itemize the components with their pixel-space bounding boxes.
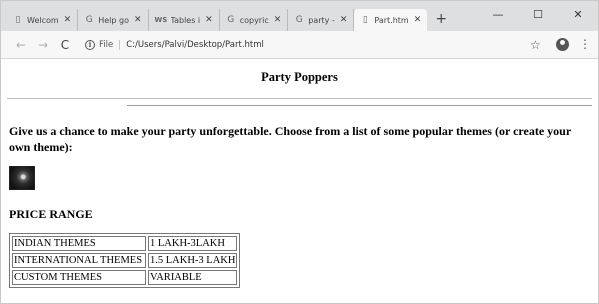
google-icon: G: [295, 15, 303, 25]
page-content: Party Poppers Give us a chance to make y…: [1, 60, 598, 303]
browser-window: ▯ Welcom ✕ G Help go ✕ WS Tables i ✕ G c…: [0, 0, 599, 304]
table-row: CUSTOM THEMES VARIABLE: [12, 270, 238, 285]
tab-help[interactable]: G Help go ✕: [78, 9, 149, 31]
table-row: INDIAN THEMES 1 LAKH-3LAKH: [12, 236, 238, 251]
file-label: File: [99, 40, 121, 50]
minimize-icon[interactable]: —: [478, 1, 518, 29]
forward-arrow-icon[interactable]: →: [35, 37, 51, 53]
tab-label: Tables i: [170, 15, 201, 25]
tab-label: copyric: [239, 15, 269, 25]
close-icon[interactable]: ✕: [274, 15, 282, 25]
theme-image: [9, 166, 35, 190]
google-icon: G: [227, 15, 235, 25]
table-cell: 1 LAKH-3LAKH: [148, 236, 238, 251]
table-row: INTERNATIONAL THEMES 1.5 LAKH-3 LAKH: [12, 253, 238, 268]
tab-welcome[interactable]: ▯ Welcom ✕: [7, 9, 79, 31]
close-icon[interactable]: ✕: [340, 15, 348, 25]
title-bar: ▯ Welcom ✕ G Help go ✕ WS Tables i ✕ G c…: [1, 1, 598, 31]
star-icon[interactable]: ☆: [530, 38, 541, 52]
tab-part-html[interactable]: ▯ Part.htm ✕: [354, 9, 428, 31]
google-icon: G: [85, 15, 93, 25]
tab-strip: ▯ Welcom ✕ G Help go ✕ WS Tables i ✕ G c…: [7, 9, 451, 31]
account-icon[interactable]: [556, 38, 569, 51]
close-window-icon[interactable]: ✕: [558, 1, 598, 29]
intro-text: Give us a chance to make your party unfo…: [9, 124, 571, 154]
price-range-heading: PRICE RANGE: [9, 207, 93, 221]
tab-label: Part.htm: [374, 15, 409, 25]
table-cell: INTERNATIONAL THEMES: [12, 253, 146, 268]
maximize-icon[interactable]: ☐: [518, 1, 558, 29]
back-arrow-icon[interactable]: ←: [13, 37, 29, 53]
address-bar[interactable]: i File C:/Users/Palvi/Desktop/Part.html: [85, 36, 505, 54]
reload-icon[interactable]: C: [57, 37, 73, 53]
page-icon: ▯: [362, 15, 368, 25]
tab-party[interactable]: G party - ✕: [288, 9, 355, 31]
divider: [7, 98, 592, 99]
url-text[interactable]: C:/Users/Palvi/Desktop/Part.html: [126, 40, 264, 50]
table-cell: 1.5 LAKH-3 LAKH: [148, 253, 238, 268]
table-cell: CUSTOM THEMES: [12, 270, 146, 285]
ws-icon: WS: [154, 16, 168, 24]
tab-label: Welcom: [27, 15, 59, 25]
price-table: INDIAN THEMES 1 LAKH-3LAKH INTERNATIONAL…: [9, 233, 241, 288]
tab-label: Help go: [98, 15, 129, 25]
page-title: Party Poppers: [261, 70, 338, 84]
new-tab-button[interactable]: +: [431, 9, 451, 31]
divider: [127, 105, 592, 106]
tab-copyright[interactable]: G copyric ✕: [220, 9, 289, 31]
info-icon[interactable]: i: [85, 40, 95, 50]
page-icon: ▯: [15, 15, 21, 25]
tab-tables[interactable]: WS Tables i ✕: [149, 9, 220, 31]
menu-icon[interactable]: ⋮: [579, 37, 591, 51]
close-icon[interactable]: ✕: [134, 15, 142, 25]
table-cell: INDIAN THEMES: [12, 236, 146, 251]
close-icon[interactable]: ✕: [414, 15, 422, 25]
table-cell: VARIABLE: [148, 270, 238, 285]
close-icon[interactable]: ✕: [205, 15, 213, 25]
close-icon[interactable]: ✕: [64, 15, 72, 25]
tab-label: party -: [308, 15, 335, 25]
browser-toolbar: ← → C i File C:/Users/Palvi/Desktop/Part…: [1, 31, 598, 59]
